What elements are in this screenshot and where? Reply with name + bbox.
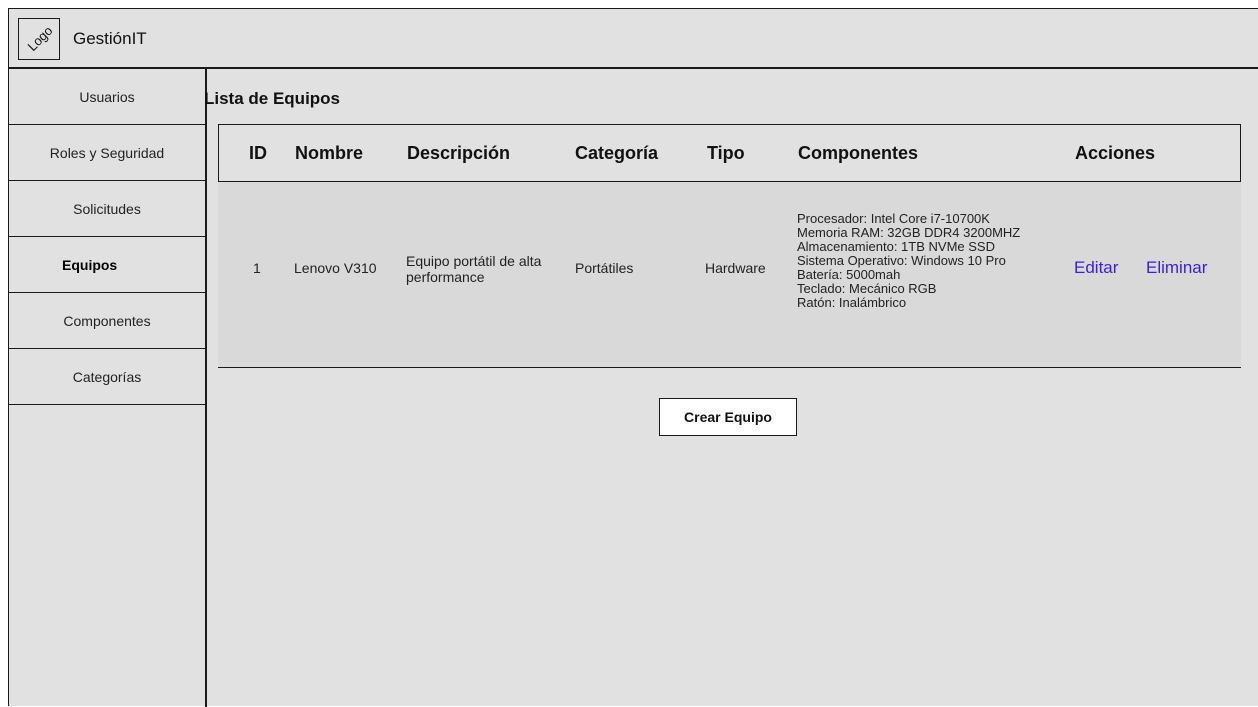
- component-line: Procesador: Intel Core i7-10700K: [797, 211, 990, 226]
- sidebar: Usuarios Roles y Seguridad Solicitudes E…: [9, 69, 207, 707]
- cell-nombre: Lenovo V310: [294, 260, 377, 276]
- sidebar-item-label: Usuarios: [79, 88, 135, 105]
- top-bar: Logo GestiónIT: [9, 9, 1258, 69]
- logo: Logo: [18, 18, 60, 60]
- sidebar-item-label: Categorías: [72, 368, 142, 385]
- sidebar-item-categorias[interactable]: Categorías: [9, 349, 205, 405]
- equipos-table: ID Nombre Descripción Categoría Tipo Com…: [218, 124, 1241, 368]
- component-line: Almacenamiento: 1TB NVMe SSD: [797, 239, 995, 254]
- sidebar-item-label: Roles y Seguridad: [49, 144, 165, 161]
- cell-descripcion-line-2: performance: [406, 269, 485, 285]
- delete-link[interactable]: Eliminar: [1146, 258, 1207, 278]
- component-line: Teclado: Mecánico RGB: [797, 281, 937, 296]
- sidebar-item-label: Solicitudes: [73, 200, 141, 217]
- sidebar-item-equipos[interactable]: Equipos: [9, 237, 205, 293]
- header-nombre: Nombre: [295, 143, 364, 163]
- component-line: Batería: 5000mah: [797, 267, 901, 282]
- sidebar-item-componentes[interactable]: Componentes: [9, 293, 205, 349]
- header-categoria: Categoría: [575, 143, 659, 163]
- component-line: Memoria RAM: 32GB DDR4 3200MHZ: [797, 225, 1021, 240]
- cell-descripcion-line-1: Equipo portátil de alta: [406, 253, 542, 269]
- app-frame: Logo GestiónIT Usuarios Roles y Segurida…: [8, 8, 1258, 707]
- component-line: Ratón: Inalámbrico: [797, 295, 907, 310]
- edit-link[interactable]: Editar: [1074, 258, 1118, 278]
- cell-id: 1: [253, 260, 261, 276]
- header-componentes: Componentes: [798, 143, 919, 163]
- app-title: GestiónIT: [73, 29, 147, 48]
- component-line: Sistema Operativo: Windows 10 Pro: [797, 253, 1006, 268]
- sidebar-item-roles[interactable]: Roles y Seguridad: [9, 125, 205, 181]
- create-equipo-button[interactable]: Crear Equipo: [659, 398, 797, 436]
- cell-componentes: Procesador: Intel Core i7-10700K Memoria…: [797, 212, 1020, 310]
- table-row: 1 Lenovo V310 Equipo portátil de alta pe…: [218, 182, 1241, 368]
- cell-tipo: Hardware: [705, 260, 766, 276]
- table-header: ID Nombre Descripción Categoría Tipo Com…: [218, 124, 1241, 182]
- sidebar-item-label: Equipos: [62, 256, 118, 273]
- header-descripcion: Descripción: [407, 143, 511, 163]
- sidebar-item-usuarios[interactable]: Usuarios: [9, 69, 205, 125]
- sidebar-item-solicitudes[interactable]: Solicitudes: [9, 181, 205, 237]
- sidebar-item-label: Componentes: [63, 312, 151, 329]
- cell-categoria: Portátiles: [575, 260, 634, 276]
- header-acciones: Acciones: [1075, 143, 1156, 163]
- main-content: Lista de Equipos ID Nombre Descripción C…: [204, 69, 1258, 706]
- page-title: Lista de Equipos: [204, 89, 341, 108]
- cell-descripcion: Equipo portátil de alta performance: [406, 253, 541, 285]
- header-tipo: Tipo: [707, 143, 745, 163]
- header-id: ID: [249, 143, 267, 163]
